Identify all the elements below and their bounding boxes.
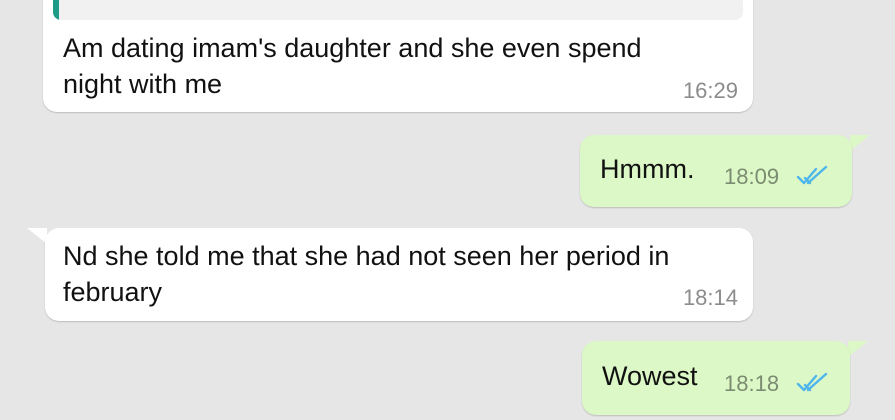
bubble-tail xyxy=(27,228,47,244)
message-text: Hmmm. xyxy=(600,154,695,184)
double-check-read-icon xyxy=(796,372,828,392)
message-text: Wowest xyxy=(602,361,698,391)
message-text: Nd she told me that she had not seen her… xyxy=(63,241,670,307)
message-bubble-incoming[interactable]: ... Am dating imam's daughter and she ev… xyxy=(43,0,753,112)
quoted-message[interactable]: ... xyxy=(53,0,743,20)
quote-accent-bar xyxy=(53,0,59,20)
message-time: 16:29 xyxy=(682,78,738,103)
double-check-read-icon xyxy=(796,165,828,185)
message-time: 18:18 xyxy=(724,371,780,396)
message-text: Am dating imam's daughter and she even s… xyxy=(63,33,642,99)
message-bubble-outgoing[interactable]: Hmmm. 18:09 xyxy=(580,135,852,207)
message-time: 18:09 xyxy=(724,164,780,189)
message-time: 18:14 xyxy=(682,285,738,310)
message-bubble-incoming[interactable]: Nd she told me that she had not seen her… xyxy=(45,228,753,321)
bubble-tail xyxy=(850,135,870,151)
message-bubble-outgoing[interactable]: Wowest 18:18 xyxy=(582,341,850,415)
bubble-tail xyxy=(848,341,868,357)
